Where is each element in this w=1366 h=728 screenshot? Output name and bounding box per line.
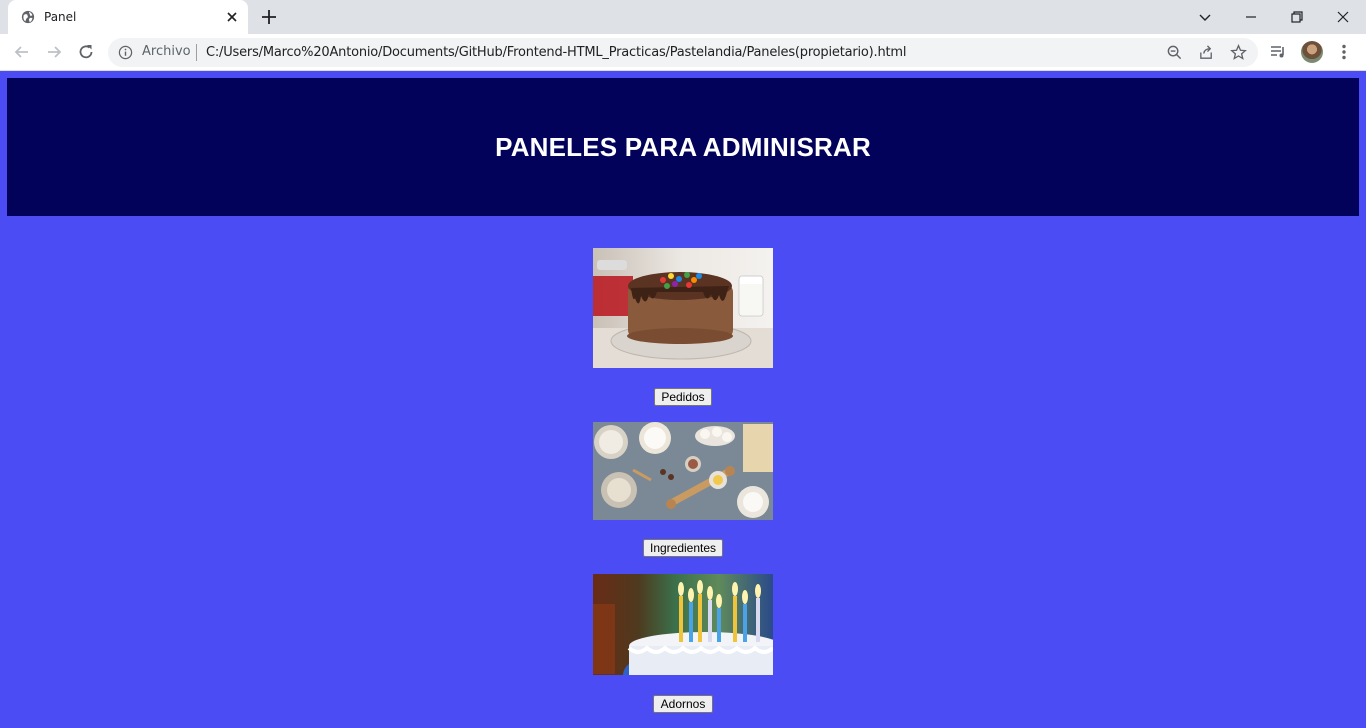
- info-icon[interactable]: [118, 45, 133, 60]
- forward-icon[interactable]: [44, 42, 64, 62]
- share-icon[interactable]: [1198, 44, 1215, 61]
- media-control-icon[interactable]: [1268, 42, 1288, 62]
- tab-title: Panel: [44, 10, 77, 24]
- close-window-icon[interactable]: [1332, 6, 1354, 28]
- zoom-icon[interactable]: [1166, 44, 1183, 61]
- adornos-button[interactable]: Adornos: [653, 695, 713, 713]
- new-tab-icon[interactable]: [260, 8, 278, 26]
- tab-panel[interactable]: Panel: [8, 0, 248, 34]
- reload-icon[interactable]: [76, 42, 96, 62]
- tab-search-icon[interactable]: [1194, 6, 1216, 28]
- tab-strip: Panel: [0, 0, 1366, 34]
- menu-kebab-icon[interactable]: [1334, 42, 1354, 62]
- page-title: PANELES PARA ADMINISRAR: [495, 131, 871, 162]
- header-banner: PANELES PARA ADMINISRAR: [7, 78, 1359, 216]
- globe-icon: [21, 10, 35, 24]
- address-separator: [196, 44, 197, 61]
- baking-ingredients-image: [593, 422, 773, 520]
- ingredientes-button[interactable]: Ingredientes: [643, 539, 723, 557]
- site-info-label[interactable]: Archivo: [142, 44, 191, 59]
- page-body: PANELES PARA ADMINISRAR Pedidos Ingredie…: [0, 71, 1366, 728]
- minimize-icon[interactable]: [1240, 6, 1262, 28]
- browser-toolbar: Archivo C:/Users/Marco%20Antonio/Documen…: [0, 34, 1366, 71]
- url-text[interactable]: C:/Users/Marco%20Antonio/Documents/GitHu…: [206, 45, 906, 60]
- profile-avatar[interactable]: [1301, 41, 1323, 63]
- chocolate-cake-image: [593, 248, 773, 368]
- restore-icon[interactable]: [1286, 6, 1308, 28]
- address-bar[interactable]: Archivo C:/Users/Marco%20Antonio/Documen…: [108, 38, 1258, 67]
- birthday-cake-image: [593, 574, 773, 675]
- back-icon[interactable]: [12, 42, 32, 62]
- bookmark-star-icon[interactable]: [1230, 44, 1247, 61]
- pedidos-button[interactable]: Pedidos: [654, 388, 712, 406]
- close-tab-icon[interactable]: [224, 9, 240, 25]
